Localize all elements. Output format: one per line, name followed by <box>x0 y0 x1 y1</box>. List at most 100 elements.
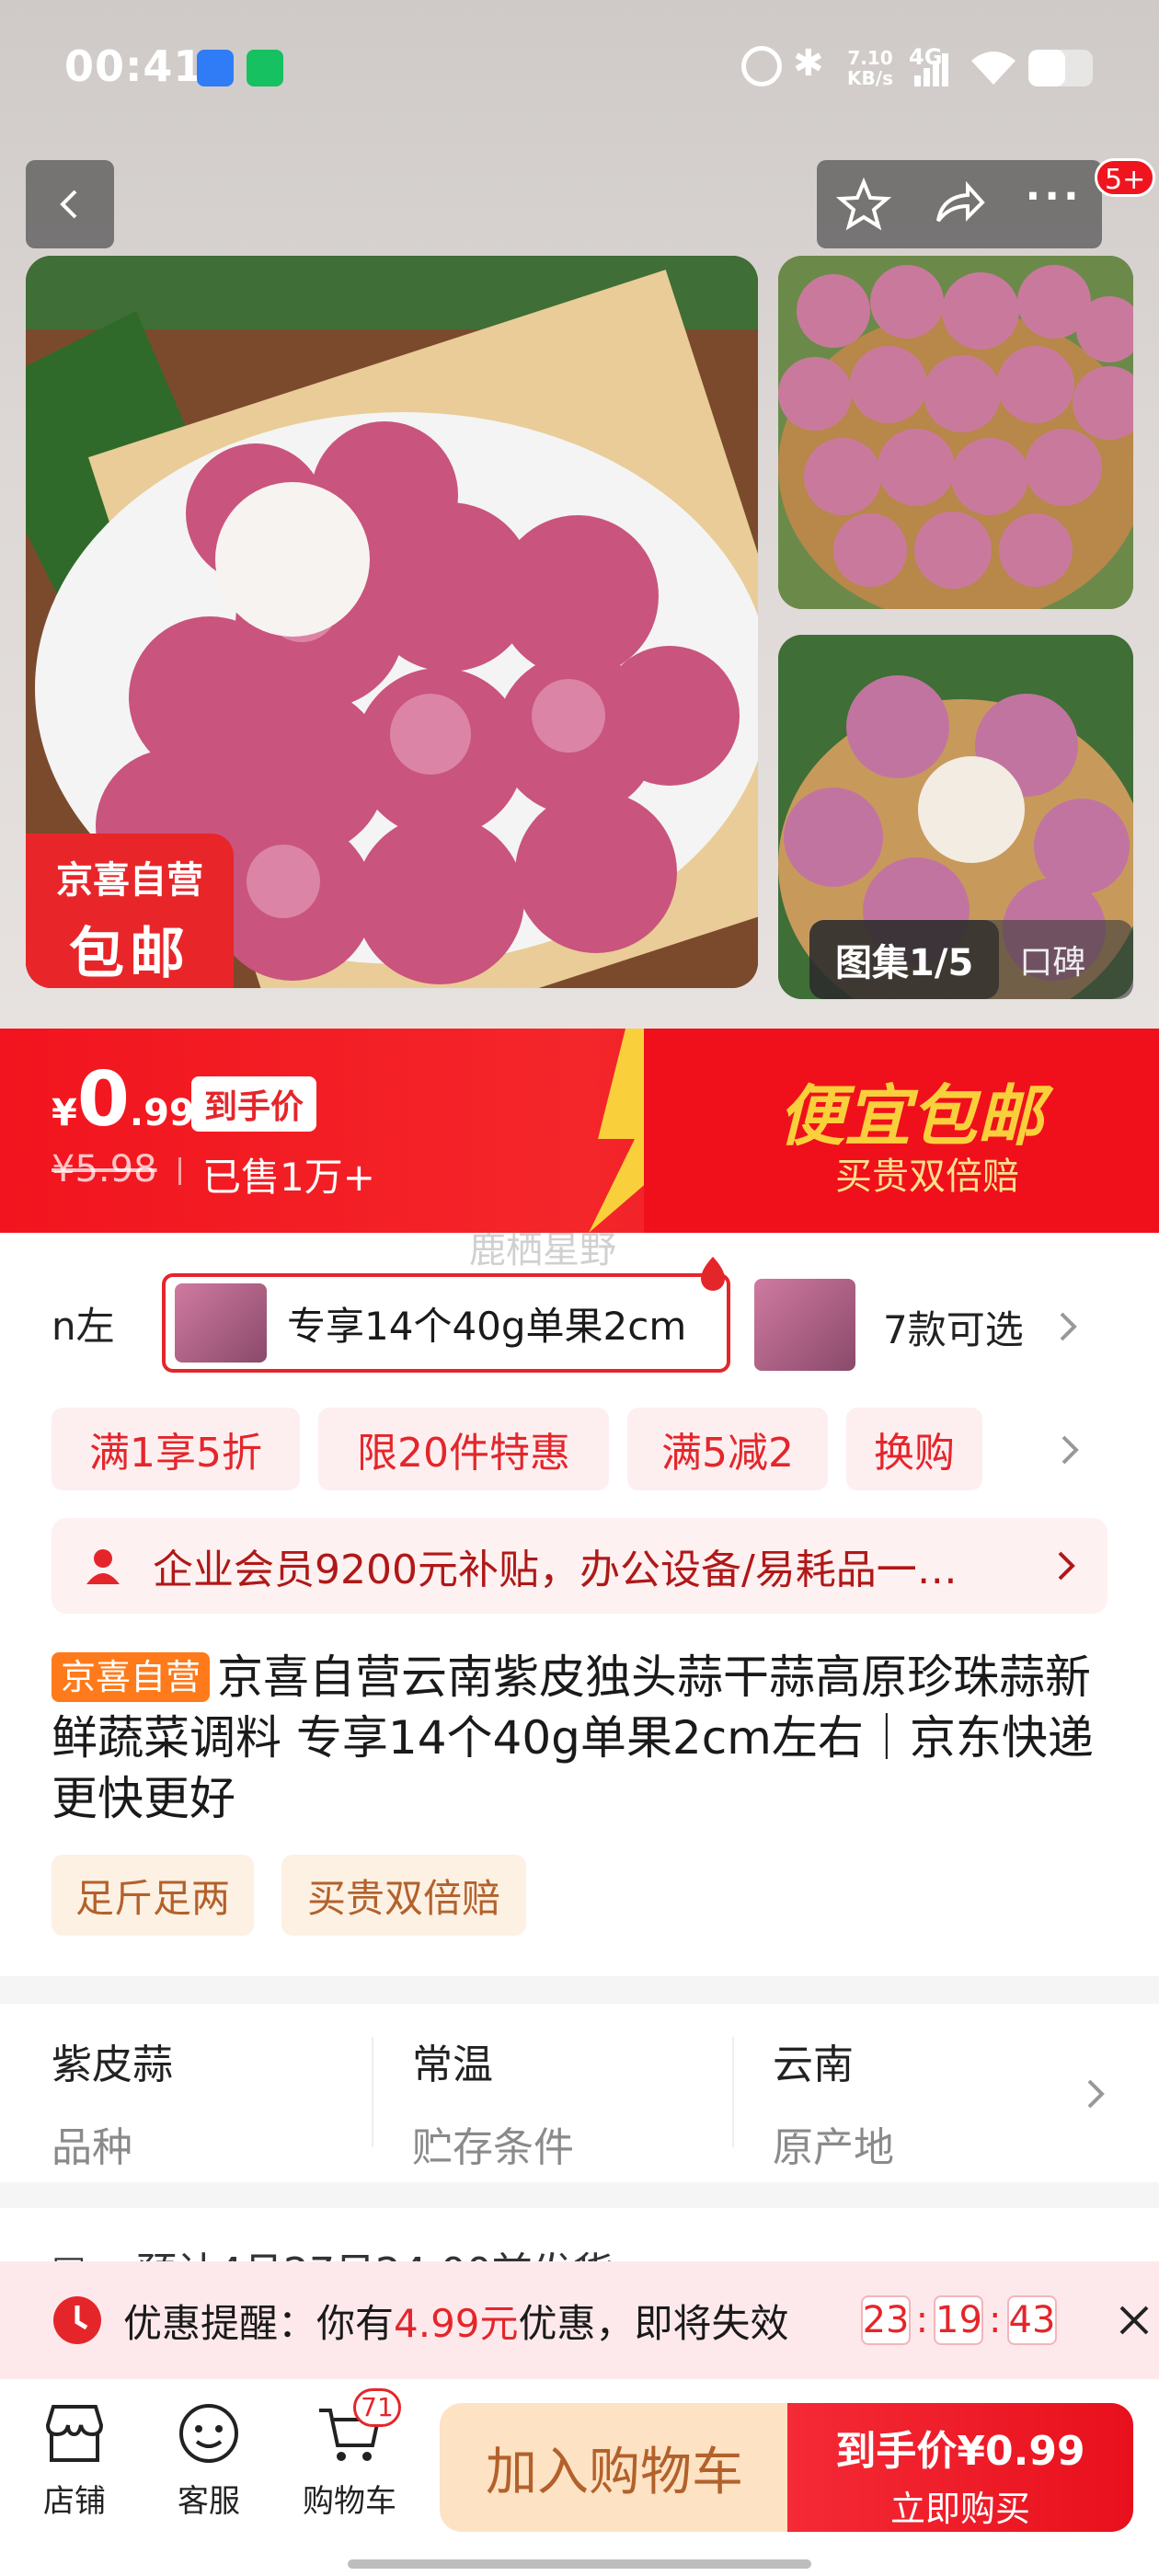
buy-price-label: 到手价 <box>835 2428 958 2475</box>
attribute-key: 原产地 <box>773 2124 894 2171</box>
sku-thumbnail <box>175 1283 267 1363</box>
reminder-suffix: 优惠，即将失效 <box>518 2300 789 2346</box>
sku-prev-partial[interactable]: n左 <box>52 1295 115 1351</box>
shop-label: 店铺 <box>43 2483 106 2520</box>
attribute-key: 贮存条件 <box>412 2124 574 2171</box>
countdown-minutes: 19 <box>934 2295 984 2345</box>
price-decimal: .99 <box>129 1092 195 1134</box>
buy-now-button[interactable]: 到手价¥0.99 立即购买 <box>787 2403 1133 2532</box>
current-price: ¥ 0 .99 <box>52 1056 195 1144</box>
badge-line1: 京喜自营 <box>56 859 203 902</box>
original-price: ¥5.98 <box>52 1148 157 1190</box>
add-to-cart-button[interactable]: 加入购物车 <box>440 2403 789 2532</box>
attribute-variety: 紫皮蒜 品种 <box>52 2031 383 2173</box>
sku-selected[interactable]: 专享14个40g单果2cm <box>162 1273 730 1373</box>
attribute-divider <box>372 2037 373 2147</box>
sku-selected-label: 专享14个40g单果2cm <box>287 1303 687 1349</box>
promo-more-chevron-icon[interactable] <box>1058 1432 1082 1468</box>
hot-flame-icon <box>701 1257 725 1291</box>
product-title: 京喜自营 京喜自营云南紫皮独头蒜干蒜高原珍珠蒜新鲜蔬菜调料 专享14个40g单果2… <box>52 1647 1119 1829</box>
buy-price: ¥0.99 <box>957 2428 1085 2475</box>
sku-selector: n左 专享14个40g单果2cm 7款可选 <box>0 1240 1159 1378</box>
attribute-value: 紫皮蒜 <box>52 2041 173 2088</box>
sold-count: 已售1万+ <box>202 1155 375 1200</box>
clock-icon <box>53 2296 101 2344</box>
attribute-divider <box>732 2037 734 2147</box>
jingxi-free-shipping-badge: 京喜自营 包邮 <box>26 834 234 988</box>
attribute-storage: 常温 贮存条件 <box>412 2031 743 2173</box>
shop-icon <box>45 2405 104 2462</box>
chevron-right-icon[interactable] <box>1056 1308 1080 1345</box>
buy-now-label: 立即购买 <box>889 2489 1030 2529</box>
promo-reduction-chip[interactable]: 满5减2 <box>627 1408 828 1490</box>
favorite-star-icon[interactable] <box>836 177 892 232</box>
signal-icon <box>914 53 948 86</box>
attribute-value: 云南 <box>773 2041 854 2088</box>
cart-label: 购物车 <box>303 2483 396 2520</box>
review-tab[interactable]: 口碑 <box>999 936 1106 983</box>
final-price-tag: 到手价 <box>191 1076 317 1132</box>
top-actions: ··· <box>817 160 1102 248</box>
net-speed: 7.10 KB/s <box>847 47 893 89</box>
price-divider <box>178 1157 181 1185</box>
attributes-chevron-icon <box>1087 2079 1105 2109</box>
countdown-timer: 23: 19: 43 <box>860 2295 1057 2345</box>
garlic-basket-image <box>778 256 1133 609</box>
feature-full-weight: 足斤足两 <box>52 1855 254 1936</box>
section-divider-2 <box>0 2182 1159 2208</box>
enterprise-member-banner[interactable]: 企业会员9200元补贴，办公设备/易耗品一… <box>52 1518 1107 1614</box>
share-icon[interactable] <box>931 177 986 232</box>
reminder-amount: 4.99元 <box>394 2300 519 2346</box>
home-indicator[interactable] <box>348 2559 811 2569</box>
shop-button[interactable]: 店铺 <box>15 2399 134 2521</box>
countdown-hours: 23 <box>860 2295 911 2345</box>
close-icon[interactable] <box>1116 2302 1153 2339</box>
product-thumb-1[interactable] <box>778 256 1133 609</box>
promo-subtitle: 买贵双倍赔 <box>835 1156 1019 1198</box>
truck-icon: ▭ <box>52 2241 86 2263</box>
chevron-left-icon <box>60 190 77 219</box>
product-attributes[interactable]: 紫皮蒜 品种 常温 贮存条件 云南 原产地 <box>0 2004 1159 2182</box>
attribute-key: 品种 <box>52 2124 132 2171</box>
countdown-seconds: 43 <box>1006 2295 1057 2345</box>
price-integer: 0 <box>76 1056 130 1144</box>
badge-line2: 包邮 <box>69 922 190 986</box>
status-time: 00:41 <box>64 41 204 91</box>
gallery-indicator[interactable]: 图集1/5 口碑 <box>809 920 1133 999</box>
promo-exchange-chip[interactable]: 换购 <box>846 1408 982 1490</box>
sku-count[interactable]: 7款可选 <box>883 1299 1024 1355</box>
shipping-text: 预计4月27日24:00前发货 <box>136 2239 614 2263</box>
price-currency: ¥ <box>52 1092 77 1134</box>
bottom-action-bar: 店铺 客服 购物车 71 加入购物车 到手价¥0.99 立即购买 <box>0 2379 1159 2576</box>
more-icon[interactable]: ··· <box>1026 173 1083 220</box>
app-notification-icon <box>197 50 234 86</box>
shipping-estimate[interactable]: ▭ 预计4月27日24:00前发货 <box>0 2208 1159 2263</box>
bluetooth-icon: ✱ <box>793 42 824 85</box>
sku-thumbnail-2[interactable] <box>754 1279 855 1371</box>
back-button[interactable] <box>26 160 114 248</box>
gallery-count[interactable]: 图集1/5 <box>809 920 1000 999</box>
service-label: 客服 <box>178 2483 240 2520</box>
member-banner-text: 企业会员9200元补贴，办公设备/易耗品一… <box>153 1547 958 1593</box>
status-bar: 00:41 ✱ 7.10 KB/s 4G <box>0 0 1159 138</box>
battery-icon <box>1028 50 1093 86</box>
promo-discount-chip[interactable]: 满1享5折 <box>52 1408 300 1490</box>
discount-reminder-bar[interactable]: 优惠提醒：你有 4.99元 优惠，即将失效 23: 19: 43 <box>0 2261 1159 2379</box>
more-badge: 5+ <box>1095 158 1156 197</box>
promo-limited-chip[interactable]: 限20件特惠 <box>318 1408 609 1490</box>
promo-title: 便宜包邮 <box>778 1077 1044 1155</box>
feature-price-guarantee: 买贵双倍赔 <box>281 1855 526 1936</box>
buy-price-line: 到手价¥0.99 <box>787 2418 1133 2477</box>
price-banner: ¥ 0 .99 到手价 ¥5.98 已售1万+ 便宜包邮 买贵双倍赔 <box>0 1029 1159 1233</box>
user-icon <box>86 1549 120 1584</box>
alarm-icon <box>741 46 782 86</box>
member-chevron-icon <box>1058 1551 1075 1581</box>
reminder-prefix: 优惠提醒：你有 <box>123 2300 395 2346</box>
service-smile-icon <box>179 2404 238 2463</box>
wechat-notification-icon <box>247 50 283 86</box>
jingxi-tag: 京喜自营 <box>52 1652 211 1702</box>
attribute-origin: 云南 原产地 <box>773 2031 1104 2173</box>
cart-count-badge: 71 <box>353 2388 401 2427</box>
wifi-icon <box>971 52 1016 85</box>
service-button[interactable]: 客服 <box>149 2399 269 2521</box>
